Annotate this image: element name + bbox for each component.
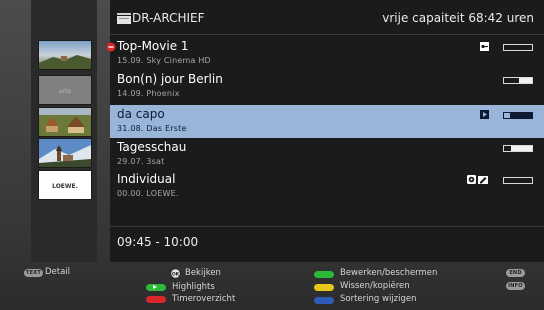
thumbnail-5[interactable]: LOEWE. <box>38 170 92 200</box>
recording-progress-bar <box>503 112 533 119</box>
folder-icon <box>117 13 131 24</box>
legend-timer: Timeroverzicht <box>172 294 236 304</box>
yellow-key-icon[interactable] <box>314 284 334 291</box>
legend-highlights: Highlights <box>172 282 215 292</box>
recording-subtitle: 14.09. Phoenix <box>117 89 180 98</box>
thumbnail-1[interactable] <box>38 40 92 70</box>
blue-key-icon[interactable] <box>314 297 334 304</box>
legend-copy: Wissen/kopiëren <box>340 281 410 291</box>
recording-title: da capo <box>117 107 165 121</box>
thumbnail-3[interactable] <box>38 107 92 137</box>
recording-title: Top-Movie 1 <box>117 39 189 53</box>
thumbnail-5-logo: LOEWE. <box>52 183 78 190</box>
text-key-icon[interactable]: TEXT <box>24 269 43 277</box>
time-range: 09:45 - 10:00 <box>117 235 199 249</box>
thumbnail-column: arte LOEWE. <box>31 0 97 262</box>
info-key-icon[interactable]: INFO <box>506 282 525 290</box>
thumbnail-4[interactable] <box>38 138 92 168</box>
recording-row[interactable]: Bon(n) jour Berlin 14.09. Phoenix <box>110 70 544 103</box>
recording-row[interactable]: Tagesschau 29.07. 3sat <box>110 138 544 171</box>
lock-icon <box>106 42 116 52</box>
legend-play: Bekijken <box>185 268 221 278</box>
recording-title: Individual <box>117 172 176 186</box>
disc-icon <box>467 175 476 184</box>
key-icon <box>480 42 489 51</box>
recording-progress-bar <box>503 77 533 84</box>
end-key-icon[interactable]: END <box>506 269 525 277</box>
recordings-screen: arte LOEWE. DR-ARCHIEF vrije capaiteit 6… <box>0 0 544 310</box>
recording-progress-bar <box>503 44 533 51</box>
legend-sort: Sortering wijzigen <box>340 294 417 304</box>
legend-detail: Detail <box>45 267 71 277</box>
recording-subtitle: 15.09. Sky Cinema HD <box>117 56 211 65</box>
progress-fill <box>519 78 532 83</box>
recording-title: Tagesschau <box>117 140 187 154</box>
archive-header: DR-ARCHIEF vrije capaiteit 68:42 uren <box>110 0 544 35</box>
recording-progress-bar <box>503 177 533 184</box>
recording-subtitle: 00.00. LOEWE. <box>117 189 179 198</box>
red-key-icon[interactable] <box>146 296 166 303</box>
recording-progress-bar <box>503 145 533 152</box>
play-icon <box>153 285 157 289</box>
svg-text:OK: OK <box>172 271 180 277</box>
thumbnail-2[interactable]: arte <box>38 75 92 105</box>
free-capacity: vrije capaiteit 68:42 uren <box>382 11 534 25</box>
progress-fill <box>511 146 532 151</box>
legend-edit: Bewerken/beschermen <box>340 268 438 278</box>
archive-title: DR-ARCHIEF <box>132 11 205 25</box>
thumbnail-2-label: arte <box>59 88 71 95</box>
green-key-icon[interactable] <box>314 271 334 278</box>
progress-fill <box>509 113 532 118</box>
time-range-area: 09:45 - 10:00 <box>110 226 544 263</box>
edit-icon <box>478 176 488 184</box>
recording-row-selected[interactable]: da capo 31.08. Das Erste <box>110 105 544 138</box>
ok-button-icon[interactable]: OK <box>171 269 180 278</box>
bookmark-icon <box>480 110 489 119</box>
recording-subtitle: 29.07. 3sat <box>117 157 165 166</box>
recording-row[interactable]: Top-Movie 1 15.09. Sky Cinema HD <box>106 37 544 70</box>
recording-row[interactable]: Individual 00.00. LOEWE. <box>110 170 544 203</box>
recording-list-panel: DR-ARCHIEF vrije capaiteit 68:42 uren To… <box>106 0 544 263</box>
recording-title: Bon(n) jour Berlin <box>117 72 223 86</box>
recording-subtitle: 31.08. Das Erste <box>117 124 187 133</box>
